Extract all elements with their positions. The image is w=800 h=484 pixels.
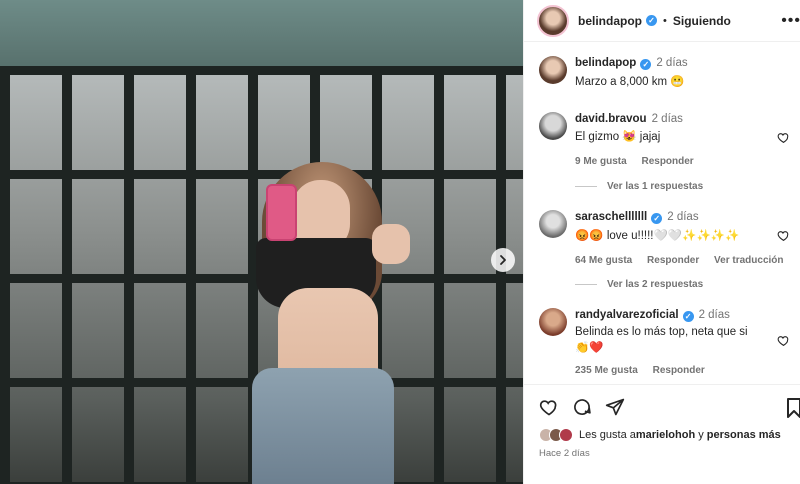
comment-username[interactable]: saraschelllllll xyxy=(575,211,647,223)
comment-meta: 9 Me gusta Responder xyxy=(575,156,800,167)
action-icons xyxy=(539,397,625,417)
view-replies-button[interactable]: Ver las 2 respuestas xyxy=(575,279,703,290)
header-separator: • xyxy=(663,14,667,27)
comment-text-line2: 👏❤️ xyxy=(575,342,604,354)
comment-text: Belinda es lo más top, neta que si xyxy=(575,326,748,338)
caption-username[interactable]: belindapop xyxy=(575,57,636,69)
photo-subject-hand xyxy=(372,224,410,264)
verified-badge-icon: ✓ xyxy=(640,59,652,70)
more-options-icon[interactable]: ••• xyxy=(781,12,800,30)
verified-badge-icon: ✓ xyxy=(651,213,663,224)
caption-time[interactable]: 2 días xyxy=(656,57,687,69)
liker-avatar xyxy=(559,428,573,442)
reply-button[interactable]: Responder xyxy=(641,156,693,167)
commenter-avatar[interactable] xyxy=(539,112,567,140)
caption-avatar[interactable] xyxy=(539,56,567,84)
caption-text: Marzo a 8,000 km 😬 xyxy=(575,76,685,88)
replies-divider xyxy=(575,186,597,187)
likes-middle: y xyxy=(695,429,707,441)
post-sidebar: belindapop ✓ • Siguiendo ••• belindapop ✓… xyxy=(523,0,800,484)
comment-item: randyalvarezoficial ✓ 2 días Belinda es lo… xyxy=(524,306,800,386)
commenter-avatar[interactable] xyxy=(539,210,567,238)
photo-subject-phone xyxy=(266,184,297,241)
reply-button[interactable]: Responder xyxy=(647,255,699,266)
view-replies-label[interactable]: Ver las 2 respuestas xyxy=(607,279,703,290)
verified-badge-icon: ✓ xyxy=(682,311,694,322)
likes-others[interactable]: personas más xyxy=(707,429,781,441)
chevron-right-icon xyxy=(500,255,506,265)
heart-icon[interactable] xyxy=(777,131,790,144)
comment-text: El gizmo 😻 jajaj xyxy=(575,131,661,143)
comment-likes-count[interactable]: 235 Me gusta xyxy=(575,365,638,376)
post-photo[interactable] xyxy=(0,0,523,484)
comment-time[interactable]: 2 días xyxy=(667,211,698,223)
comment-body: randyalvarezoficial ✓ 2 días Belinda es lo… xyxy=(575,309,800,376)
bookmark-icon[interactable] xyxy=(787,398,800,418)
comment-likes-count[interactable]: 9 Me gusta xyxy=(575,156,627,167)
comment-likes-count[interactable]: 64 Me gusta xyxy=(575,255,632,266)
verified-badge-icon: ✓ xyxy=(646,15,657,26)
heart-icon[interactable] xyxy=(777,229,790,242)
photo-subject-jeans xyxy=(252,368,394,484)
view-replies-button[interactable]: Ver las 1 respuestas xyxy=(575,181,703,192)
author-username[interactable]: belindapop xyxy=(578,14,642,28)
view-replies-label[interactable]: Ver las 1 respuestas xyxy=(607,181,703,192)
like-heart-icon[interactable] xyxy=(539,397,559,417)
share-send-icon[interactable] xyxy=(605,397,625,417)
comment-time[interactable]: 2 días xyxy=(699,309,730,321)
likes-user[interactable]: marielohoh xyxy=(636,429,695,441)
comment-body: saraschelllllll ✓ 2 días 😡😡 love u!!!!!🤍🤍✨… xyxy=(575,211,800,266)
likes-prefix: Les gusta a xyxy=(579,429,636,441)
post-actions: Les gusta a marielohoh y personas más Ha… xyxy=(524,384,800,484)
likes-summary[interactable]: Les gusta a marielohoh y personas más xyxy=(539,428,781,442)
comment-body: david.bravou 2 días El gizmo 😻 jajaj 9 Me… xyxy=(575,113,800,167)
following-button[interactable]: Siguiendo xyxy=(673,14,731,28)
comment-meta: 64 Me gusta Responder Ver traducción xyxy=(575,255,800,266)
comment-bubble-icon[interactable] xyxy=(572,397,592,417)
photo-background-wall xyxy=(0,0,523,66)
see-translation-button[interactable]: Ver traducción xyxy=(714,255,783,266)
comment-meta: 235 Me gusta Responder xyxy=(575,365,800,376)
caption: belindapop ✓ 2 días Marzo a 8,000 km 😬 xyxy=(524,54,800,94)
post-timestamp[interactable]: Hace 2 días xyxy=(539,448,590,459)
post-header: belindapop ✓ • Siguiendo ••• xyxy=(524,0,800,42)
reply-button[interactable]: Responder xyxy=(653,365,705,376)
comment-username[interactable]: randyalvarezoficial xyxy=(575,309,679,321)
comment-time[interactable]: 2 días xyxy=(652,113,683,125)
commenter-avatar[interactable] xyxy=(539,308,567,336)
caption-body: belindapop ✓ 2 días Marzo a 8,000 km 😬 xyxy=(575,57,800,88)
next-photo-button[interactable] xyxy=(491,248,515,272)
comment-text: 😡😡 love u!!!!!🤍🤍✨✨✨✨ xyxy=(575,230,740,242)
author-avatar[interactable] xyxy=(537,4,569,37)
heart-icon[interactable] xyxy=(777,334,790,347)
comment-username[interactable]: david.bravou xyxy=(575,113,647,125)
replies-divider xyxy=(575,284,597,285)
instagram-post-view: belindapop ✓ • Siguiendo ••• belindapop ✓… xyxy=(0,0,800,484)
